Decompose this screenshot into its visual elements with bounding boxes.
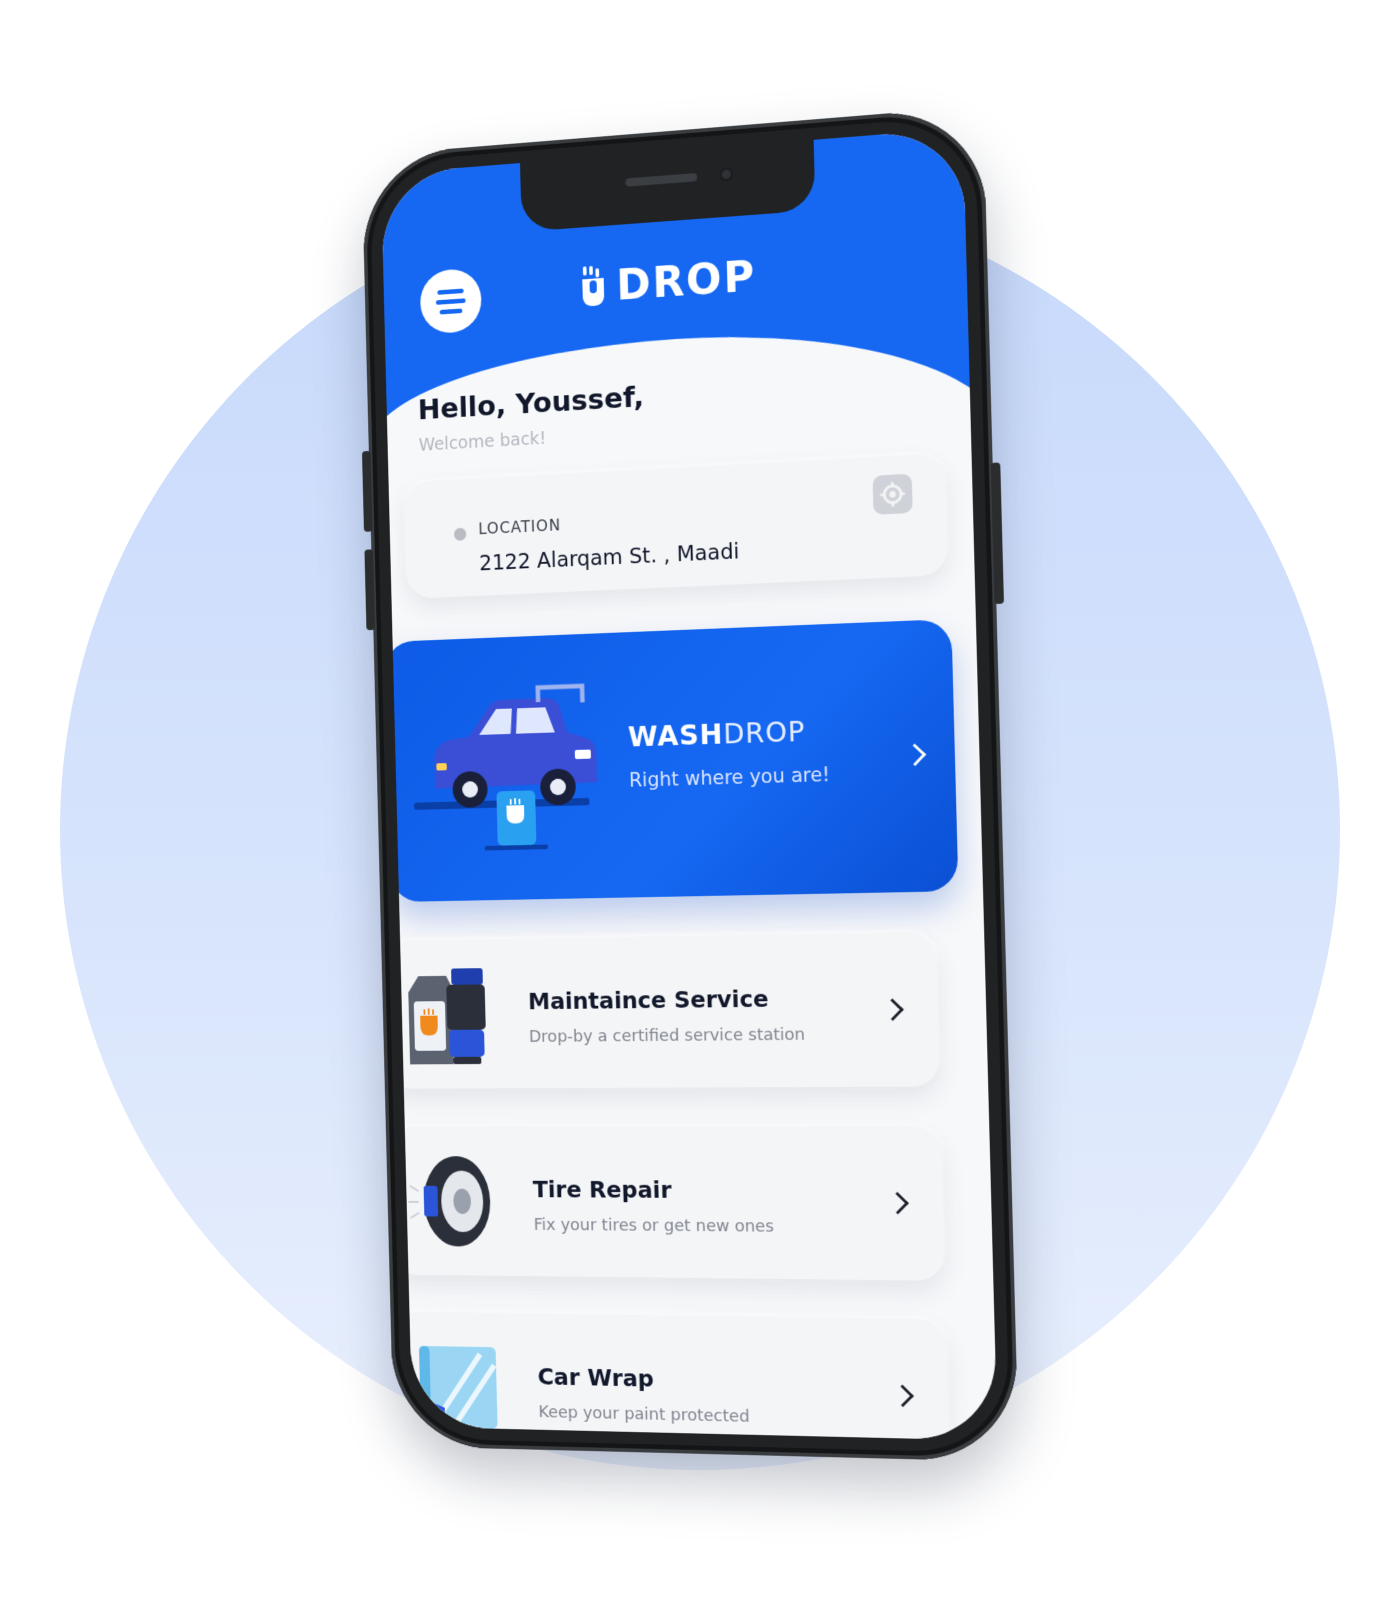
service-title: Maintaince Service bbox=[527, 985, 769, 1015]
menu-icon bbox=[437, 288, 464, 295]
washdrop-card[interactable]: WASHDROP Right where you are! bbox=[383, 618, 959, 903]
chevron-right-icon bbox=[881, 998, 904, 1021]
greeting: Hello, Youssef, Welcome back! bbox=[417, 380, 645, 455]
tire-icon bbox=[405, 1156, 492, 1247]
chevron-right-icon bbox=[903, 743, 927, 767]
service-card-tire[interactable]: Tire Repair Fix your tires or get new on… bbox=[387, 1125, 946, 1281]
wrap-shield-icon bbox=[416, 1328, 509, 1437]
app-logo: DROP bbox=[580, 248, 757, 315]
phone-mockup: DROP Hello, Youssef, Welcome back! LOCAT… bbox=[235, 55, 1165, 1555]
location-dot-icon bbox=[453, 527, 467, 541]
oil-filter-icon bbox=[407, 968, 486, 1065]
service-subtitle: Keep your paint protected bbox=[538, 1402, 750, 1427]
power-button bbox=[990, 462, 1004, 605]
washdrop-subtitle: Right where you are! bbox=[628, 763, 831, 792]
logo-text: DROP bbox=[615, 250, 757, 310]
service-card-maintenance[interactable]: Maintaince Service Drop-by a certified s… bbox=[382, 931, 941, 1089]
service-subtitle: Drop-by a certified service station bbox=[528, 1024, 806, 1047]
gear-icon[interactable] bbox=[872, 473, 913, 515]
front-camera bbox=[718, 166, 734, 183]
service-subtitle: Fix your tires or get new ones bbox=[533, 1215, 775, 1237]
service-title: Car Wrap bbox=[537, 1363, 655, 1393]
volume-up-button bbox=[361, 450, 373, 532]
chevron-right-icon bbox=[886, 1191, 909, 1215]
drop-hand-icon bbox=[582, 265, 605, 307]
volume-down-button bbox=[364, 549, 376, 631]
phone-frame: DROP Hello, Youssef, Welcome back! LOCAT… bbox=[361, 105, 1020, 1462]
location-value: 2122 Alarqam St. , Maadi bbox=[478, 539, 740, 576]
car-wash-illustration bbox=[413, 674, 597, 851]
app-screen: DROP Hello, Youssef, Welcome back! LOCAT… bbox=[380, 127, 998, 1441]
location-label: LOCATION bbox=[478, 516, 562, 539]
speaker-grille bbox=[625, 172, 698, 187]
service-title: Tire Repair bbox=[532, 1176, 672, 1204]
chevron-right-icon bbox=[891, 1384, 914, 1408]
washdrop-title: WASHDROP bbox=[627, 715, 806, 754]
service-card-wrap[interactable]: Car Wrap Keep your paint protected bbox=[392, 1311, 951, 1441]
